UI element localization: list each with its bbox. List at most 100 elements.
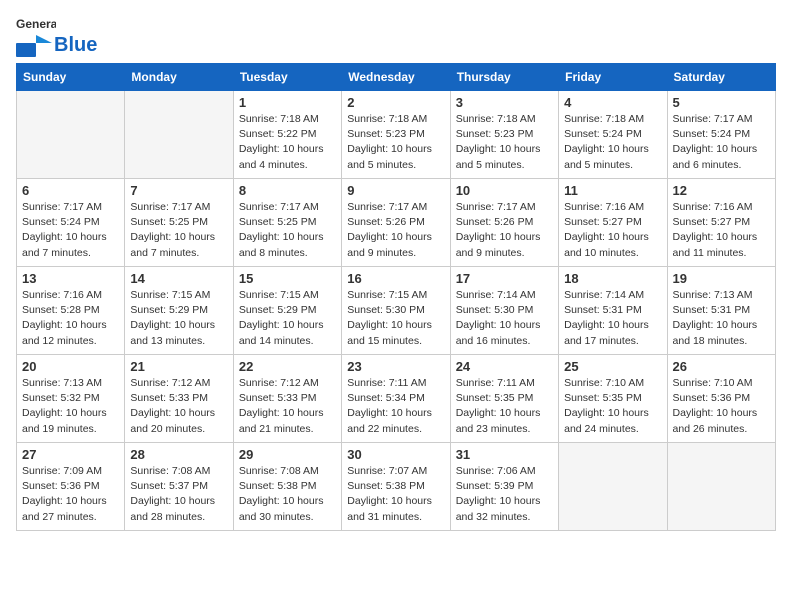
day-info: Sunrise: 7:09 AMSunset: 5:36 PMDaylight:…	[22, 464, 119, 525]
day-info: Sunrise: 7:08 AMSunset: 5:37 PMDaylight:…	[130, 464, 227, 525]
column-header-tuesday: Tuesday	[233, 64, 341, 91]
calendar-cell: 8Sunrise: 7:17 AMSunset: 5:25 PMDaylight…	[233, 179, 341, 267]
calendar-cell: 23Sunrise: 7:11 AMSunset: 5:34 PMDayligh…	[342, 355, 450, 443]
day-info: Sunrise: 7:12 AMSunset: 5:33 PMDaylight:…	[130, 376, 227, 437]
day-info: Sunrise: 7:08 AMSunset: 5:38 PMDaylight:…	[239, 464, 336, 525]
week-row-1: 1Sunrise: 7:18 AMSunset: 5:22 PMDaylight…	[17, 91, 776, 179]
day-info: Sunrise: 7:18 AMSunset: 5:24 PMDaylight:…	[564, 112, 661, 173]
day-info: Sunrise: 7:07 AMSunset: 5:38 PMDaylight:…	[347, 464, 444, 525]
day-number: 22	[239, 359, 336, 374]
day-info: Sunrise: 7:18 AMSunset: 5:23 PMDaylight:…	[347, 112, 444, 173]
logo-graphic	[16, 35, 52, 57]
day-info: Sunrise: 7:11 AMSunset: 5:35 PMDaylight:…	[456, 376, 553, 437]
logo-icon: General	[16, 16, 56, 32]
day-number: 2	[347, 95, 444, 110]
day-info: Sunrise: 7:15 AMSunset: 5:29 PMDaylight:…	[239, 288, 336, 349]
calendar-cell: 29 Sunrise: 7:08 AMSunset: 5:38 PMDayligh…	[233, 443, 341, 531]
calendar-cell: 13 Sunrise: 7:16 AMSunset: 5:28 PMDayligh…	[17, 267, 125, 355]
day-info: Sunrise: 7:06 AMSunset: 5:39 PMDaylight:…	[456, 464, 553, 525]
calendar-cell: 19 Sunrise: 7:13 AMSunset: 5:31 PMDayligh…	[667, 267, 775, 355]
day-info: Sunrise: 7:10 AMSunset: 5:35 PMDaylight:…	[564, 376, 661, 437]
day-number: 12	[673, 183, 770, 198]
calendar-cell: 7 Sunrise: 7:17 AMSunset: 5:25 PMDaylight…	[125, 179, 233, 267]
day-number: 20	[22, 359, 119, 374]
column-header-friday: Friday	[559, 64, 667, 91]
day-number: 5	[673, 95, 770, 110]
calendar-cell: 28 Sunrise: 7:08 AMSunset: 5:37 PMDayligh…	[125, 443, 233, 531]
day-info: Sunrise: 7:16 AMSunset: 5:27 PMDaylight:…	[673, 200, 770, 261]
day-info: Sunrise: 7:17 AMSunset: 5:25 PMDaylight:…	[130, 200, 227, 261]
column-header-saturday: Saturday	[667, 64, 775, 91]
day-number: 3	[456, 95, 553, 110]
calendar-cell: 2 Sunrise: 7:18 AMSunset: 5:23 PMDaylight…	[342, 91, 450, 179]
day-info: Sunrise: 7:10 AMSunset: 5:36 PMDaylight:…	[673, 376, 770, 437]
day-number: 30	[347, 447, 444, 462]
calendar-header-row: SundayMondayTuesdayWednesdayThursdayFrid…	[17, 64, 776, 91]
day-info: Sunrise: 7:17 AMSunset: 5:24 PMDaylight:…	[673, 112, 770, 173]
day-info: Sunrise: 7:15 AMSunset: 5:29 PMDaylight:…	[130, 288, 227, 349]
day-number: 25	[564, 359, 661, 374]
page-header: General Blue	[16, 16, 776, 57]
day-number: 13	[22, 271, 119, 286]
week-row-2: 6Sunrise: 7:17 AMSunset: 5:24 PMDaylight…	[17, 179, 776, 267]
calendar-cell: 30 Sunrise: 7:07 AMSunset: 5:38 PMDayligh…	[342, 443, 450, 531]
calendar-cell	[125, 91, 233, 179]
day-info: Sunrise: 7:14 AMSunset: 5:31 PMDaylight:…	[564, 288, 661, 349]
calendar-cell	[559, 443, 667, 531]
calendar-cell: 1Sunrise: 7:18 AMSunset: 5:22 PMDaylight…	[233, 91, 341, 179]
day-number: 27	[22, 447, 119, 462]
calendar-cell: 3 Sunrise: 7:18 AMSunset: 5:23 PMDaylight…	[450, 91, 558, 179]
day-number: 10	[456, 183, 553, 198]
calendar-cell: 17 Sunrise: 7:14 AMSunset: 5:30 PMDayligh…	[450, 267, 558, 355]
day-info: Sunrise: 7:17 AMSunset: 5:24 PMDaylight:…	[22, 200, 119, 261]
day-info: Sunrise: 7:15 AMSunset: 5:30 PMDaylight:…	[347, 288, 444, 349]
calendar-cell: 24Sunrise: 7:11 AMSunset: 5:35 PMDayligh…	[450, 355, 558, 443]
logo-blue-text: Blue	[54, 34, 97, 57]
day-number: 19	[673, 271, 770, 286]
day-info: Sunrise: 7:18 AMSunset: 5:22 PMDaylight:…	[239, 112, 336, 173]
day-info: Sunrise: 7:17 AMSunset: 5:26 PMDaylight:…	[456, 200, 553, 261]
day-info: Sunrise: 7:18 AMSunset: 5:23 PMDaylight:…	[456, 112, 553, 173]
calendar-cell: 25 Sunrise: 7:10 AMSunset: 5:35 PMDayligh…	[559, 355, 667, 443]
calendar-cell: 26 Sunrise: 7:10 AMSunset: 5:36 PMDayligh…	[667, 355, 775, 443]
calendar-cell: 4 Sunrise: 7:18 AMSunset: 5:24 PMDaylight…	[559, 91, 667, 179]
calendar-cell: 11Sunrise: 7:16 AMSunset: 5:27 PMDayligh…	[559, 179, 667, 267]
column-header-wednesday: Wednesday	[342, 64, 450, 91]
week-row-4: 20Sunrise: 7:13 AMSunset: 5:32 PMDayligh…	[17, 355, 776, 443]
day-number: 28	[130, 447, 227, 462]
week-row-5: 27 Sunrise: 7:09 AMSunset: 5:36 PMDayligh…	[17, 443, 776, 531]
day-number: 4	[564, 95, 661, 110]
day-number: 18	[564, 271, 661, 286]
day-number: 21	[130, 359, 227, 374]
day-number: 31	[456, 447, 553, 462]
calendar-cell	[667, 443, 775, 531]
day-number: 29	[239, 447, 336, 462]
calendar-cell: 10 Sunrise: 7:17 AMSunset: 5:26 PMDayligh…	[450, 179, 558, 267]
logo: General Blue	[16, 16, 97, 57]
day-number: 17	[456, 271, 553, 286]
calendar-cell: 12 Sunrise: 7:16 AMSunset: 5:27 PMDayligh…	[667, 179, 775, 267]
calendar-cell: 15Sunrise: 7:15 AMSunset: 5:29 PMDayligh…	[233, 267, 341, 355]
calendar-cell: 31 Sunrise: 7:06 AMSunset: 5:39 PMDayligh…	[450, 443, 558, 531]
day-number: 16	[347, 271, 444, 286]
day-info: Sunrise: 7:11 AMSunset: 5:34 PMDaylight:…	[347, 376, 444, 437]
day-number: 8	[239, 183, 336, 198]
week-row-3: 13 Sunrise: 7:16 AMSunset: 5:28 PMDayligh…	[17, 267, 776, 355]
day-number: 7	[130, 183, 227, 198]
column-header-sunday: Sunday	[17, 64, 125, 91]
day-info: Sunrise: 7:13 AMSunset: 5:31 PMDaylight:…	[673, 288, 770, 349]
column-header-thursday: Thursday	[450, 64, 558, 91]
day-info: Sunrise: 7:17 AMSunset: 5:26 PMDaylight:…	[347, 200, 444, 261]
svg-text:General: General	[16, 17, 56, 31]
day-info: Sunrise: 7:16 AMSunset: 5:27 PMDaylight:…	[564, 200, 661, 261]
calendar-cell: 22Sunrise: 7:12 AMSunset: 5:33 PMDayligh…	[233, 355, 341, 443]
calendar-cell: 27 Sunrise: 7:09 AMSunset: 5:36 PMDayligh…	[17, 443, 125, 531]
calendar-cell: 21 Sunrise: 7:12 AMSunset: 5:33 PMDayligh…	[125, 355, 233, 443]
day-info: Sunrise: 7:16 AMSunset: 5:28 PMDaylight:…	[22, 288, 119, 349]
calendar-cell: 14 Sunrise: 7:15 AMSunset: 5:29 PMDayligh…	[125, 267, 233, 355]
day-number: 14	[130, 271, 227, 286]
day-info: Sunrise: 7:14 AMSunset: 5:30 PMDaylight:…	[456, 288, 553, 349]
day-number: 26	[673, 359, 770, 374]
day-number: 9	[347, 183, 444, 198]
calendar-cell: 9 Sunrise: 7:17 AMSunset: 5:26 PMDaylight…	[342, 179, 450, 267]
